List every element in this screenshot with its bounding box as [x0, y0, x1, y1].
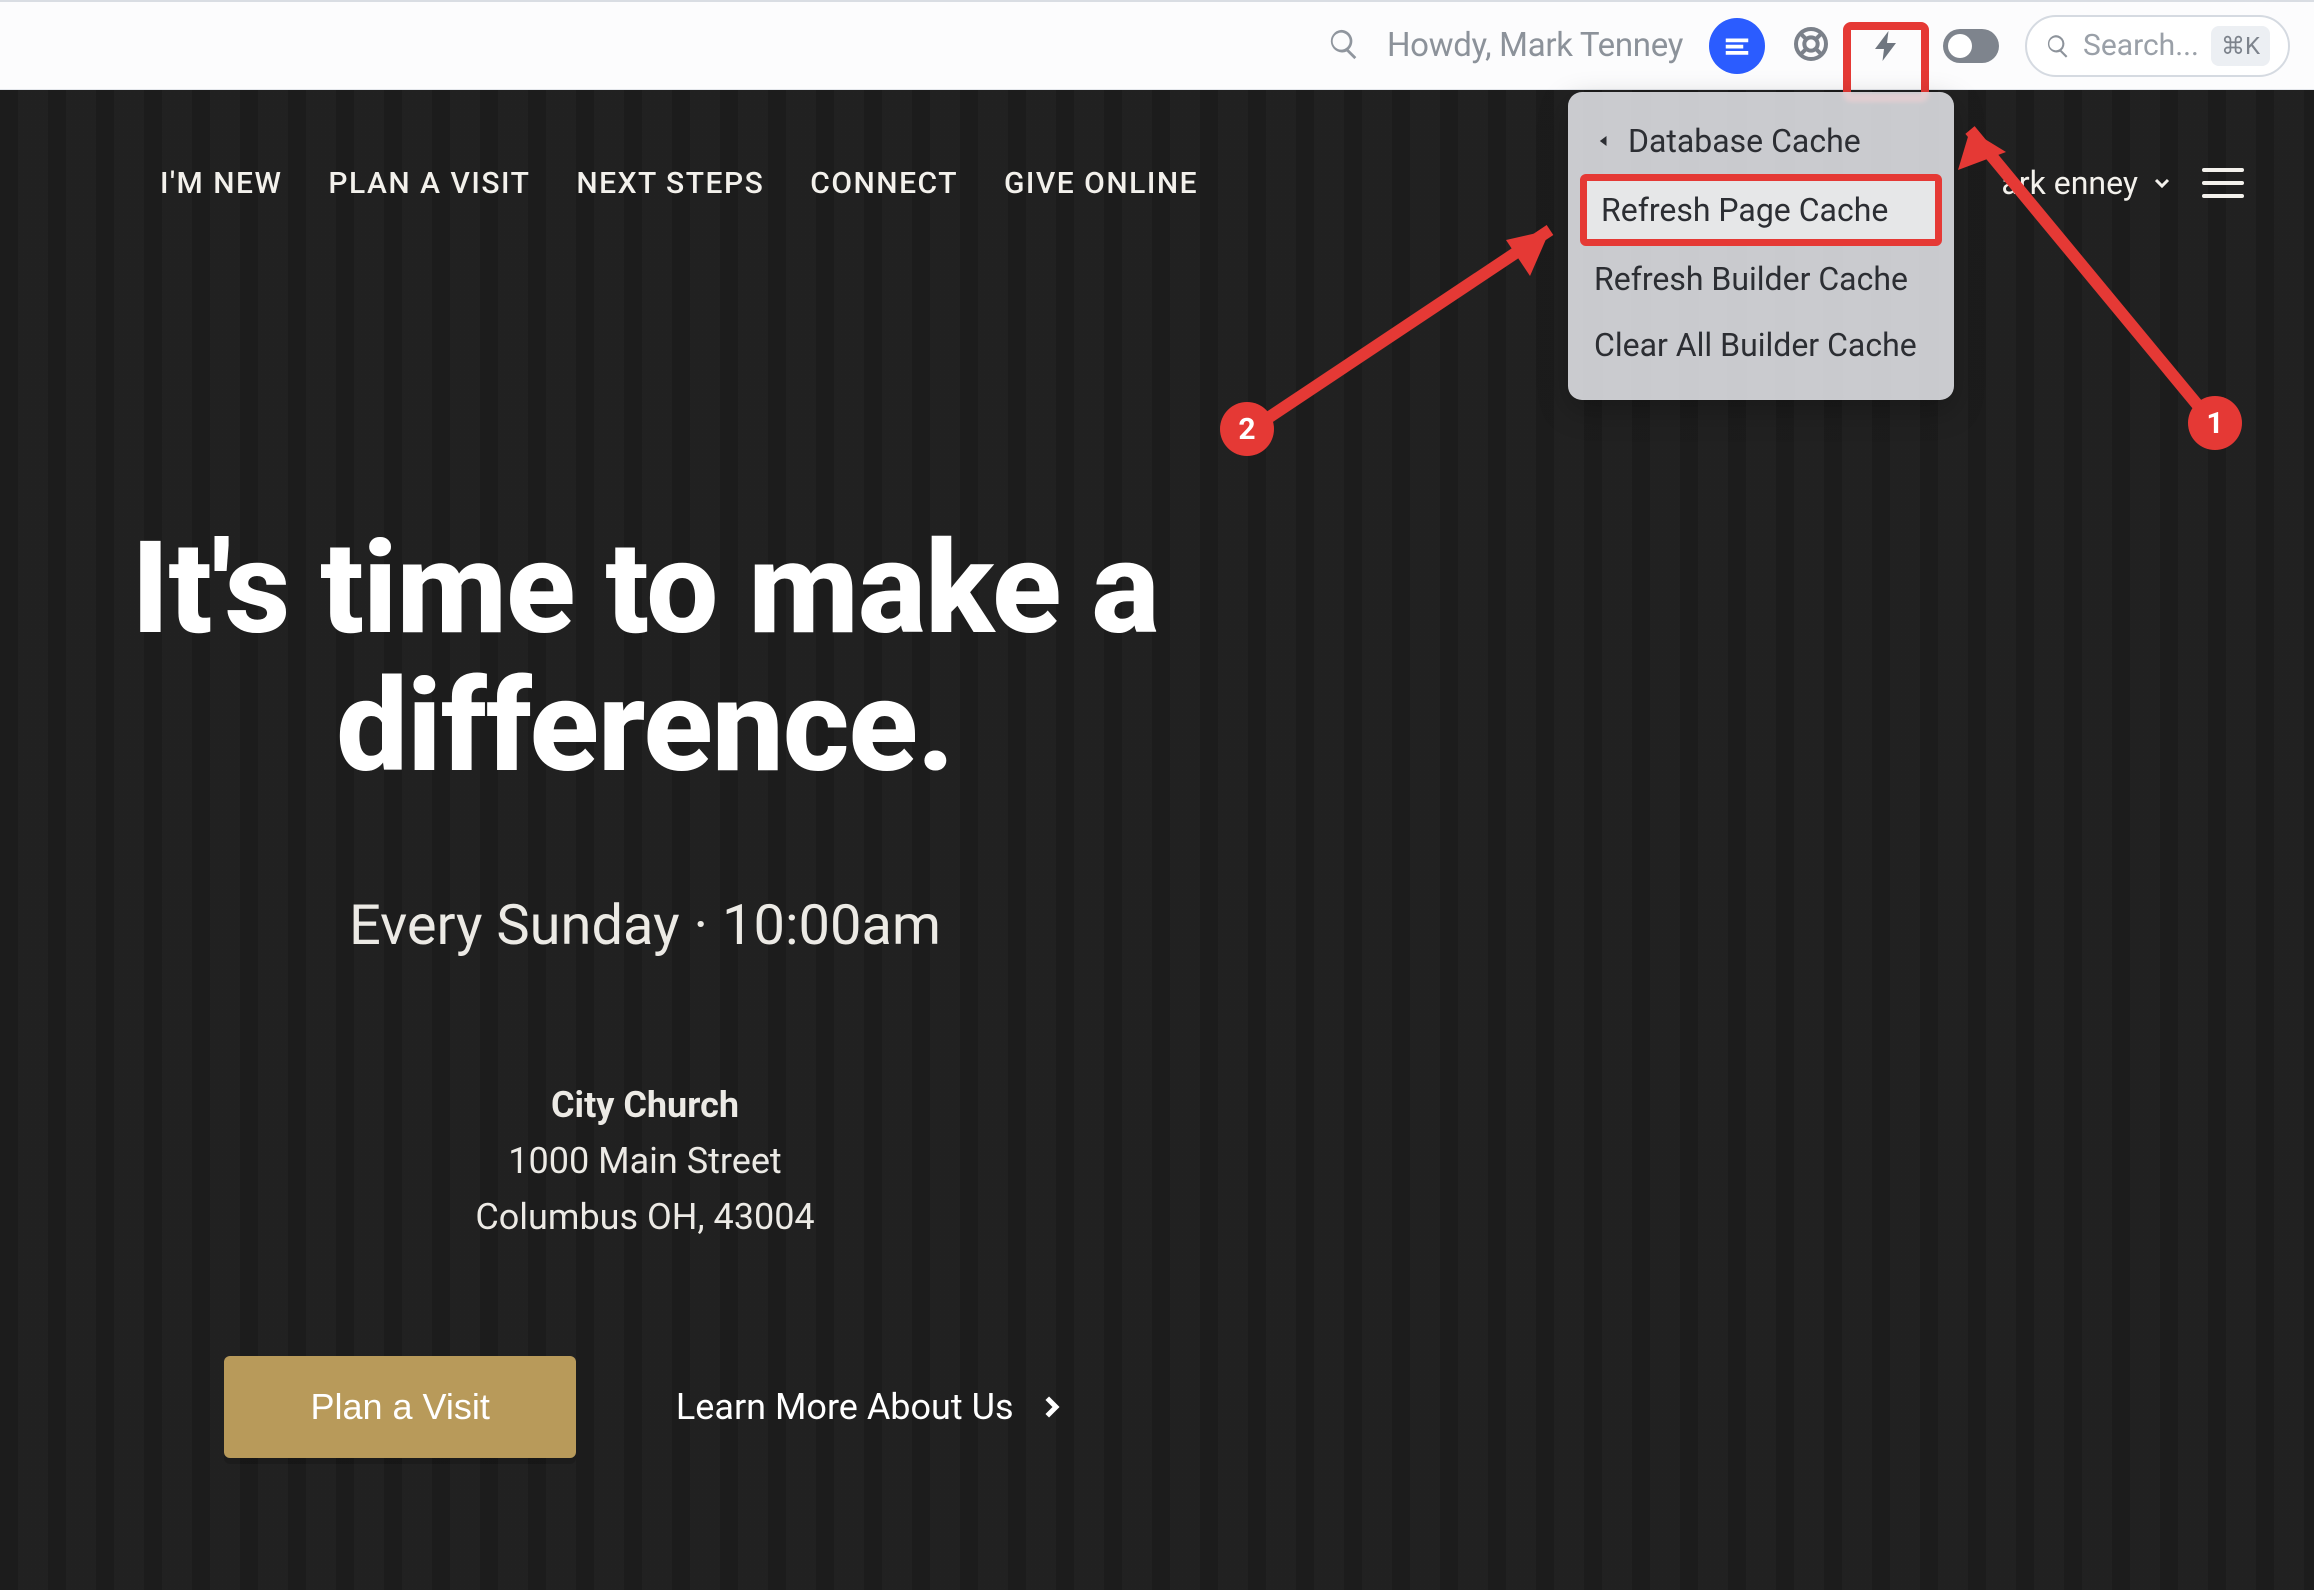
site-user-menu[interactable]: ark enney [2001, 164, 2174, 202]
nav-item-connect[interactable]: CONNECT [810, 166, 958, 201]
dropdown-back-label: Database Cache [1628, 122, 1861, 160]
hamburger-icon[interactable] [2202, 168, 2244, 198]
kbd-shortcut: ⌘K [2211, 26, 2270, 66]
plan-visit-button[interactable]: Plan a Visit [224, 1356, 575, 1458]
admin-search-placeholder: Search... [2083, 28, 2199, 63]
dropdown-item-refresh-page-cache[interactable]: Refresh Page Cache [1580, 174, 1942, 246]
wp-admin-bar: Howdy, Mark Tenney Search... ⌘K [0, 0, 2314, 90]
learn-more-label: Learn More About Us [676, 1386, 1014, 1428]
learn-more-link[interactable]: Learn More About Us [676, 1386, 1066, 1428]
dropdown-item-label: Refresh Builder Cache [1594, 260, 1908, 298]
hero-subhead: Every Sunday · 10:00am [0, 892, 1290, 958]
dark-mode-toggle[interactable] [1943, 29, 1999, 63]
chevron-down-icon [2150, 171, 2174, 195]
hero-headline: It's time to make a difference. [0, 520, 1290, 796]
annotation-highlight-cache [1843, 22, 1929, 102]
church-addr1: 1000 Main Street [0, 1134, 1290, 1190]
chevron-right-icon [1036, 1392, 1066, 1422]
nav-item-next-steps[interactable]: NEXT STEPS [576, 166, 764, 201]
search-icon[interactable] [1327, 27, 1361, 65]
dropdown-item-label: Refresh Page Cache [1601, 191, 1888, 229]
church-addr2: Columbus OH, 43004 [0, 1190, 1290, 1246]
dropdown-item-clear-all-builder-cache[interactable]: Clear All Builder Cache [1580, 312, 1942, 378]
dropdown-item-refresh-builder-cache[interactable]: Refresh Builder Cache [1580, 246, 1942, 312]
nav-item-im-new[interactable]: I'M NEW [160, 166, 282, 201]
church-name: City Church [0, 1078, 1290, 1134]
admin-search-box[interactable]: Search... ⌘K [2025, 15, 2290, 77]
caret-left-icon [1594, 131, 1614, 151]
hero-section: I'M NEW PLAN A VISIT NEXT STEPS CONNECT … [0, 90, 2314, 1590]
nav-item-plan-visit[interactable]: PLAN A VISIT [328, 166, 530, 201]
hero-address: City Church 1000 Main Street Columbus OH… [0, 1078, 1290, 1245]
cache-dropdown: Database Cache Refresh Page Cache Refres… [1568, 92, 1954, 400]
site-user-name-partial: ark enney [2001, 164, 2138, 202]
dropdown-item-label: Clear All Builder Cache [1594, 326, 1917, 364]
help-icon[interactable] [1791, 24, 1831, 68]
dropdown-back[interactable]: Database Cache [1580, 108, 1942, 174]
site-nav: I'M NEW PLAN A VISIT NEXT STEPS CONNECT … [0, 164, 2314, 202]
annotation-badge-1: 1 [2188, 396, 2242, 450]
nav-item-give-online[interactable]: GIVE ONLINE [1004, 166, 1198, 201]
annotation-badge-2: 2 [1220, 402, 1274, 456]
hero-copy: It's time to make a difference. Every Su… [0, 520, 1290, 1458]
brand-pill-icon[interactable] [1709, 18, 1765, 74]
howdy-text[interactable]: Howdy, Mark Tenney [1387, 26, 1683, 65]
cache-lightning-icon[interactable] [1857, 16, 1917, 76]
